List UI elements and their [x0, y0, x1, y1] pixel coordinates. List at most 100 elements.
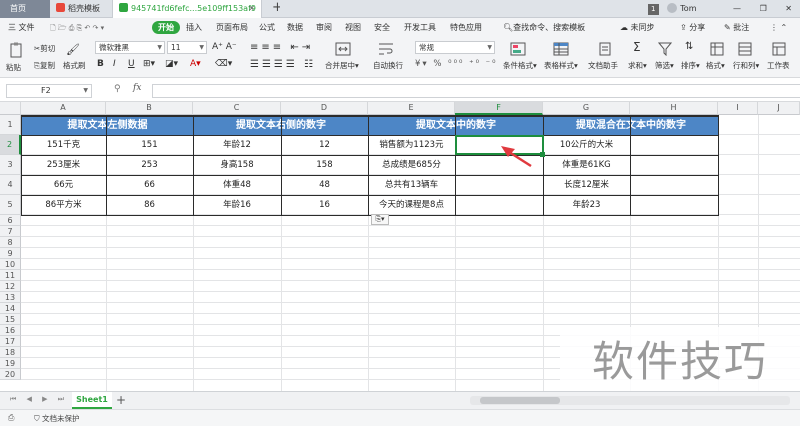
share-button[interactable]: ⇪ 分享 [680, 18, 705, 38]
font-name-select[interactable]: 微软雅黑 ▼ [95, 41, 165, 54]
table-cell[interactable]: 253 [106, 155, 193, 175]
table-cell[interactable]: 长度12厘米 [543, 175, 630, 195]
protect-status[interactable]: ⛉ 文档未保护 [34, 413, 80, 424]
table-cell[interactable] [630, 135, 718, 155]
filter-icon[interactable] [658, 42, 672, 56]
formula-input[interactable] [152, 84, 800, 98]
column-header-j[interactable]: J [758, 102, 800, 115]
bold-icon[interactable]: B [97, 59, 104, 69]
name-box[interactable]: F2 ▼ [6, 84, 92, 98]
row-header-3[interactable]: 3 [0, 155, 21, 175]
select-all-corner[interactable] [0, 102, 21, 115]
table-cell[interactable]: 86平方米 [21, 195, 106, 215]
column-header-e[interactable]: E [368, 102, 455, 115]
fx-icon[interactable]: fx [133, 83, 141, 93]
header-extract-middle[interactable]: 提取文本中的数字 [368, 116, 544, 136]
vertical-align-icons[interactable]: ≡≡≡ ⇤⇥ [250, 42, 313, 53]
fill-handle[interactable] [540, 152, 545, 157]
merge-center-button[interactable]: 合并居中▾ [325, 60, 359, 71]
filter-button[interactable]: 筛选▾ [655, 60, 674, 71]
table-cell[interactable]: 今天的课程是8点 [368, 195, 455, 215]
horizontal-align-icons[interactable]: ☰☰☰☰ ☷ [250, 59, 316, 70]
font-size-select[interactable]: 11 ▼ [167, 41, 207, 54]
more-icon[interactable]: ⋮ ⌃ [770, 18, 787, 38]
table-cell[interactable] [630, 195, 718, 215]
row-header-5[interactable]: 5 [0, 195, 21, 215]
table-style-button[interactable]: 表格样式▾ [544, 60, 578, 71]
sum-icon[interactable]: Σ [633, 40, 641, 54]
row-header-13[interactable]: 13 [0, 292, 21, 303]
menu-start[interactable]: 开始 [152, 21, 180, 34]
sum-button[interactable]: 求和▾ [628, 60, 647, 71]
row-header-9[interactable]: 9 [0, 248, 21, 259]
table-cell[interactable]: 253厘米 [21, 155, 106, 175]
tab-home[interactable]: 首页 [0, 0, 50, 18]
table-cell[interactable] [630, 155, 718, 175]
row-header-12[interactable]: 12 [0, 281, 21, 292]
row-header-16[interactable]: 16 [0, 325, 21, 336]
number-format-icons[interactable]: ¥▾ % ⁰⁰⁰ ⁺⁰ ⁻⁰ [415, 59, 498, 69]
wrap-text-button[interactable]: 自动换行 [373, 60, 403, 71]
add-sheet-button[interactable]: + [116, 392, 126, 408]
paste-button[interactable]: 粘贴 [6, 62, 21, 73]
tab-template[interactable]: 稻壳模板 [50, 0, 112, 18]
copy-button[interactable]: ⎘复制 [34, 60, 55, 71]
sort-icon[interactable]: ⇅ [685, 41, 693, 52]
cut-button[interactable]: ✂剪切 [34, 43, 55, 54]
menu-developer[interactable]: 开发工具 [404, 18, 436, 38]
italic-icon[interactable]: I [113, 59, 116, 69]
rowcol-button[interactable]: 行和列▾ [733, 60, 759, 71]
row-header-4[interactable]: 4 [0, 175, 21, 195]
avatar[interactable] [667, 3, 678, 13]
close-window-icon[interactable]: ✕ [785, 4, 792, 13]
menu-page-layout[interactable]: 页面布局 [216, 18, 248, 38]
table-cell[interactable]: 158 [281, 155, 368, 175]
table-cell[interactable]: 销售额为1123元 [368, 135, 455, 155]
row-header-6[interactable]: 6 [0, 215, 21, 226]
table-cell[interactable]: 151千克 [21, 135, 106, 155]
row-header-8[interactable]: 8 [0, 237, 21, 248]
merge-center-icon[interactable] [335, 42, 351, 56]
border-icon[interactable]: ⊞▾ [143, 59, 155, 69]
new-tab-button[interactable]: + [266, 0, 280, 18]
eraser-icon[interactable]: ⌫▾ [215, 59, 232, 69]
row-header-18[interactable]: 18 [0, 347, 21, 358]
table-cell[interactable] [630, 175, 718, 195]
quick-access-icons[interactable]: 🗋 🗁 ⎙ ⎘ ↶ ↷ ▾ [50, 18, 104, 38]
sheet-tab-sheet1[interactable]: Sheet1 [72, 392, 112, 409]
row-header-20[interactable]: 20 [0, 369, 21, 380]
table-cell[interactable]: 总成绩是685分 [368, 155, 455, 175]
close-tab-icon[interactable]: ✕ [248, 0, 255, 18]
row-header-19[interactable]: 19 [0, 358, 21, 369]
column-header-a[interactable]: A [21, 102, 106, 115]
worksheet-button[interactable]: 工作表 [767, 60, 790, 71]
table-cell[interactable]: 身高158 [193, 155, 281, 175]
table-style-icon[interactable] [553, 42, 569, 56]
row-header-2[interactable]: 2 [0, 135, 21, 155]
menu-review[interactable]: 审阅 [316, 18, 332, 38]
menu-view[interactable]: 视图 [345, 18, 361, 38]
row-header-15[interactable]: 15 [0, 314, 21, 325]
table-cell[interactable] [455, 175, 543, 195]
table-cell[interactable]: 86 [106, 195, 193, 215]
conditional-format-button[interactable]: 条件格式▾ [503, 60, 537, 71]
menu-special[interactable]: 特色应用 [450, 18, 482, 38]
minimize-icon[interactable]: — [733, 4, 741, 13]
conditional-format-icon[interactable] [510, 42, 526, 56]
rowcol-icon[interactable] [738, 42, 752, 56]
macro-icon[interactable]: ⎙ [8, 413, 14, 423]
doc-helper-icon[interactable] [598, 42, 612, 56]
scrollbar-thumb[interactable] [480, 397, 560, 404]
header-extract-left[interactable]: 提取文本左侧数据 [21, 116, 194, 136]
table-cell[interactable]: 16 [281, 195, 368, 215]
menu-data[interactable]: 数据 [287, 18, 303, 38]
column-header-i[interactable]: I [718, 102, 758, 115]
column-header-f[interactable]: F [455, 102, 543, 115]
wrap-text-icon[interactable] [378, 42, 394, 56]
sheet-nav-icons[interactable]: ⏮ ◀ ▶ ⏭ [10, 395, 68, 404]
table-cell[interactable]: 10公斤的大米 [543, 135, 630, 155]
menu-formula[interactable]: 公式 [259, 18, 275, 38]
paste-options-icon[interactable]: ⎘▾ [371, 214, 389, 225]
underline-icon[interactable]: U [128, 59, 135, 69]
table-cell[interactable] [455, 195, 543, 215]
